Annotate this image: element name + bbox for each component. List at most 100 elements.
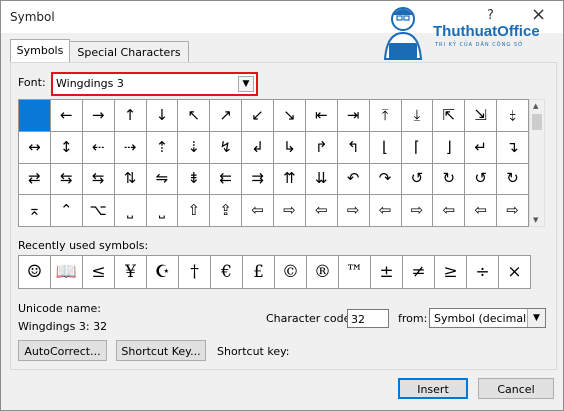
symbol-cell[interactable]: ⇨ — [401, 195, 434, 227]
symbol-cell[interactable]: ⇪ — [210, 195, 243, 227]
symbol-cell[interactable]: ⤒ — [369, 100, 402, 132]
recent-symbol-cell[interactable]: ± — [371, 256, 403, 289]
symbol-cell[interactable]: ⌊ — [369, 131, 402, 164]
symbol-cell[interactable]: ↰ — [337, 131, 370, 164]
recent-symbol-cell[interactable]: ≠ — [403, 256, 435, 289]
recently-used-grid[interactable]: ☺ 📖 ≤ ¥ ☪ † € £ © ® ™ ± ≠ ≥ ÷ × — [18, 255, 531, 289]
symbol-cell[interactable]: ⇟ — [178, 163, 211, 196]
symbol-grid[interactable]: ← → ↑ ↓ ↖ ↗ ↙ ↘ ⇤ ⇥ ⤒ ⤓ ⇱ ⇲ ⤈ ↔ ↕ ⇠ ⇢ ⇡ ⇣ ↯ ↲ ↳ ↱ ↰ ⌊ ⌈ ⌋ ↵ ↴ ⇄ ⇆ ⇆ ⇅ ⇋ ⇟ ⇇ ⇉ ⇈… — [18, 99, 529, 227]
symbol-cell[interactable]: ↓ — [146, 100, 179, 132]
symbol-cell[interactable]: ↻ — [433, 163, 466, 196]
symbol-cell[interactable]: ← — [50, 100, 83, 132]
symbol-cell[interactable]: ⇦ — [242, 195, 274, 227]
symbol-cell[interactable]: ↴ — [497, 131, 529, 164]
character-code-input[interactable]: 32 — [347, 309, 389, 328]
recent-symbol-cell[interactable]: † — [179, 256, 211, 289]
recent-symbol-cell[interactable]: £ — [243, 256, 275, 289]
symbol-cell[interactable]: ⇨ — [497, 195, 529, 227]
symbol-cell[interactable]: ↷ — [369, 163, 402, 196]
symbol-cell[interactable]: ⎵ — [114, 195, 147, 227]
symbol-cell[interactable]: ⇨ — [274, 195, 306, 227]
symbol-cell-selected[interactable] — [19, 100, 51, 132]
symbol-cell[interactable]: ⌃ — [50, 195, 83, 227]
symbol-cell[interactable]: ↔ — [19, 131, 51, 164]
symbol-cell[interactable]: ⇲ — [465, 100, 498, 132]
autocorrect-button[interactable]: AutoCorrect... — [18, 340, 107, 361]
scroll-up-icon[interactable]: ▲ — [533, 102, 538, 110]
symbol-cell[interactable]: ⌋ — [433, 131, 466, 164]
symbol-cell[interactable]: ⇇ — [210, 163, 243, 196]
symbol-cell[interactable]: ⇥ — [337, 100, 370, 132]
symbol-cell[interactable]: ⇱ — [433, 100, 466, 132]
symbol-cell[interactable]: → — [82, 100, 115, 132]
symbol-cell[interactable]: ↺ — [465, 163, 498, 196]
recent-symbol-cell[interactable]: ≤ — [83, 256, 115, 289]
symbol-cell[interactable]: ↻ — [497, 163, 529, 196]
symbol-cell[interactable]: ⇧ — [178, 195, 211, 227]
unicode-name-label: Unicode name: — [18, 302, 102, 315]
chevron-down-icon: ▼ — [527, 309, 545, 327]
symbol-cell[interactable]: ↑ — [114, 100, 147, 132]
font-select[interactable]: Wingdings 3 ▼ — [51, 72, 258, 96]
symbol-cell[interactable]: ↺ — [401, 163, 434, 196]
symbol-cell[interactable]: ↙ — [242, 100, 274, 132]
symbol-cell[interactable]: ⇦ — [369, 195, 402, 227]
unicode-name-value: Wingdings 3: 32 — [18, 320, 108, 333]
tab-special-characters[interactable]: Special Characters — [69, 41, 189, 63]
recent-symbol-cell[interactable]: ™ — [339, 256, 371, 289]
symbol-cell[interactable]: ↲ — [242, 131, 274, 164]
symbol-cell[interactable]: ⇤ — [305, 100, 338, 132]
symbol-cell[interactable]: ↵ — [465, 131, 498, 164]
recent-symbol-cell[interactable]: ≥ — [435, 256, 467, 289]
symbol-cell[interactable]: ↗ — [210, 100, 243, 132]
scroll-down-icon[interactable]: ▼ — [533, 216, 538, 224]
symbol-cell[interactable]: ⇅ — [114, 163, 147, 196]
cancel-button[interactable]: Cancel — [478, 378, 554, 399]
symbol-cell[interactable]: ⤈ — [497, 100, 529, 132]
recent-symbol-cell[interactable]: × — [499, 256, 531, 289]
symbol-cell[interactable]: ⌥ — [82, 195, 115, 227]
symbol-cell[interactable]: ⇆ — [82, 163, 115, 196]
symbol-cell[interactable]: ⇋ — [146, 163, 179, 196]
font-select-value: Wingdings 3 — [56, 77, 124, 90]
symbol-cell[interactable]: ⎵ — [146, 195, 179, 227]
shortcut-key-button[interactable]: Shortcut Key... — [116, 340, 206, 361]
symbol-cell[interactable]: ⇣ — [178, 131, 211, 164]
symbol-cell[interactable]: ↘ — [274, 100, 306, 132]
symbol-cell[interactable]: ⇠ — [82, 131, 115, 164]
symbol-cell[interactable]: ↖ — [178, 100, 211, 132]
symbol-cell[interactable]: ⇄ — [19, 163, 51, 196]
recent-symbol-cell[interactable]: ÷ — [467, 256, 499, 289]
scroll-thumb[interactable] — [532, 114, 542, 130]
from-select[interactable]: Symbol (decimal) ▼ — [429, 308, 546, 328]
symbol-cell[interactable]: ↶ — [337, 163, 370, 196]
symbol-cell[interactable]: ⇢ — [114, 131, 147, 164]
dialog-title: Symbol — [10, 10, 55, 24]
symbol-cell[interactable]: ⌅ — [19, 195, 51, 227]
recent-symbol-cell[interactable]: ¥ — [115, 256, 147, 289]
symbol-cell[interactable]: ⇉ — [242, 163, 274, 196]
symbol-cell[interactable]: ↳ — [274, 131, 306, 164]
symbol-cell[interactable]: ↕ — [50, 131, 83, 164]
symbol-cell[interactable]: ↯ — [210, 131, 243, 164]
symbol-cell[interactable]: ⇆ — [50, 163, 83, 196]
recent-symbol-cell[interactable]: ☺ — [19, 256, 51, 289]
recent-symbol-cell[interactable]: © — [275, 256, 307, 289]
symbol-cell[interactable]: ⇦ — [305, 195, 338, 227]
recent-symbol-cell[interactable]: ® — [307, 256, 339, 289]
symbol-cell[interactable]: ⇊ — [305, 163, 338, 196]
symbol-cell[interactable]: ⌈ — [401, 131, 434, 164]
symbol-cell[interactable]: ⤓ — [401, 100, 434, 132]
symbol-cell[interactable]: ⇡ — [146, 131, 179, 164]
tab-symbols[interactable]: Symbols — [10, 39, 70, 64]
symbol-cell[interactable]: ⇈ — [274, 163, 306, 196]
recent-symbol-cell[interactable]: € — [211, 256, 243, 289]
insert-button[interactable]: Insert — [398, 378, 468, 399]
symbol-grid-scrollbar[interactable]: ▲ ▼ — [529, 99, 545, 227]
recent-symbol-cell[interactable]: ☪ — [147, 256, 179, 289]
symbol-cell[interactable]: ⇦ — [465, 195, 498, 227]
symbol-cell[interactable]: ⇦ — [433, 195, 466, 227]
symbol-cell[interactable]: ↱ — [305, 131, 338, 164]
symbol-cell[interactable]: ⇨ — [337, 195, 370, 227]
recent-symbol-cell[interactable]: 📖 — [51, 256, 83, 289]
